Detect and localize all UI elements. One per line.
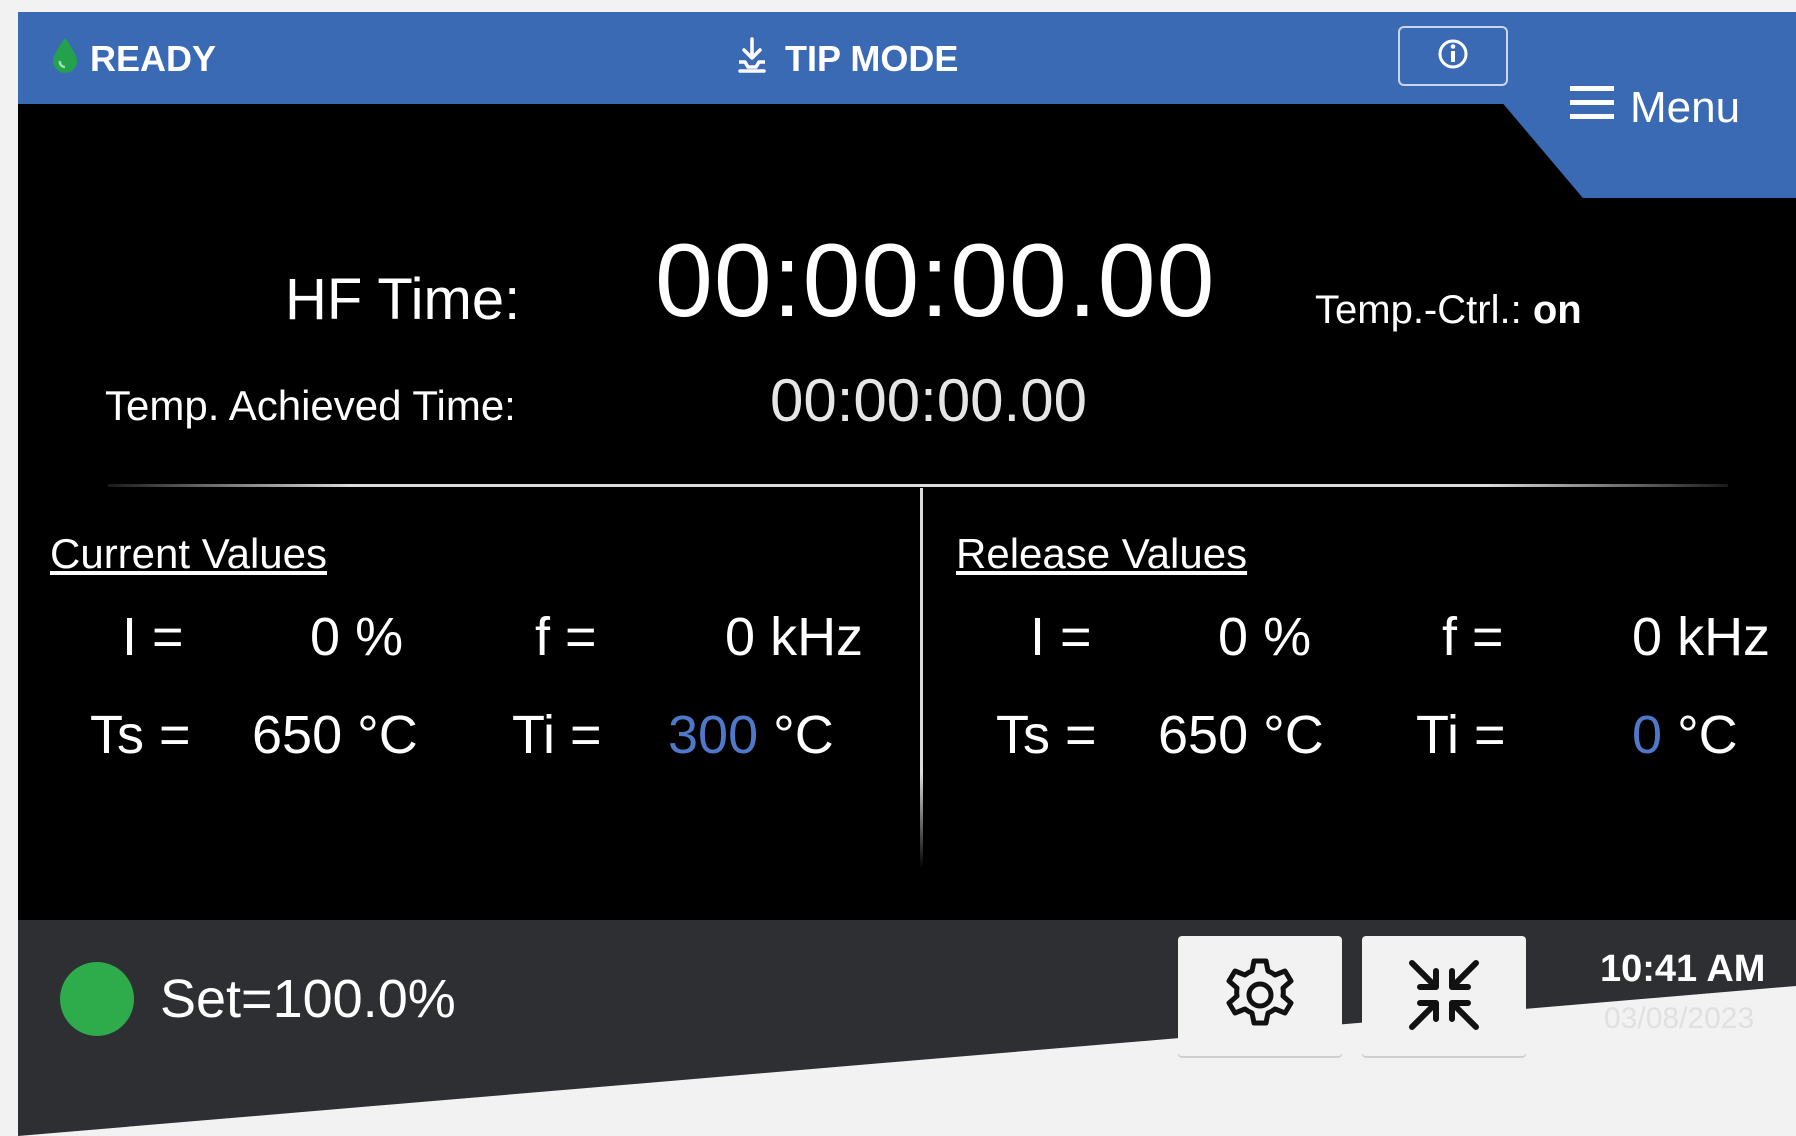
menu-label: Menu	[1630, 83, 1741, 132]
status-dot	[60, 962, 134, 1036]
mode-text: TIP MODE	[785, 38, 959, 79]
temp-ctrl-label: Temp.-Ctrl.:	[1315, 288, 1522, 332]
release-ts-value: 650 °C	[1158, 705, 1324, 765]
release-ti-value: 0 °C	[1632, 705, 1738, 765]
status-indicator: READY	[50, 36, 216, 82]
water-drop-icon	[50, 36, 80, 83]
release-ts-label: Ts =	[996, 705, 1097, 765]
current-values-title: Current Values	[50, 530, 328, 577]
current-ts-label: Ts =	[90, 705, 191, 765]
collapse-arrows-icon	[1404, 955, 1484, 1040]
release-values-title: Release Values	[956, 530, 1248, 577]
set-power-text: Set=100.0%	[160, 969, 456, 1029]
current-f-value: 0 kHz	[725, 607, 864, 667]
info-icon	[1436, 37, 1470, 76]
temp-ctrl-status: Temp.-Ctrl.: on	[1315, 288, 1582, 333]
collapse-button[interactable]	[1362, 936, 1526, 1058]
vertical-divider	[920, 488, 923, 868]
temp-ctrl-value: on	[1532, 288, 1582, 332]
release-i-value: 0 %	[1218, 607, 1312, 667]
release-f-value: 0 kHz	[1632, 607, 1771, 667]
settings-button[interactable]	[1178, 936, 1342, 1058]
current-ts-value: 650 °C	[252, 705, 418, 765]
menu-button[interactable]: Menu	[1570, 80, 1740, 136]
release-ti-label: Ti =	[1416, 705, 1506, 765]
current-i-label: I =	[122, 607, 184, 667]
clock-date: 03/08/2023	[1604, 1002, 1755, 1035]
temp-achieved-value: 00:00:00.00	[770, 367, 1087, 434]
gear-icon	[1220, 955, 1300, 1040]
release-f-label: f =	[1442, 607, 1504, 667]
current-ti-label: Ti =	[512, 705, 602, 765]
device-screen: READY TIP MODE Menu HF Time: 00:00:00.00…	[0, 0, 1796, 1136]
clock-time: 10:41 AM	[1600, 948, 1766, 990]
current-ti-value: 300 °C	[668, 705, 834, 765]
status-text: READY	[90, 38, 217, 79]
hamburger-icon	[1570, 83, 1614, 133]
hf-time-label: HF Time:	[285, 267, 521, 332]
tip-download-icon	[735, 36, 769, 83]
temp-achieved-label: Temp. Achieved Time:	[105, 382, 516, 429]
hf-time-value: 00:00:00.00	[655, 223, 1216, 339]
horizontal-divider	[108, 484, 1728, 487]
info-button[interactable]	[1398, 26, 1508, 86]
current-i-value: 0 %	[310, 607, 404, 667]
current-f-label: f =	[535, 607, 597, 667]
mode-indicator: TIP MODE	[735, 36, 958, 82]
release-i-label: I =	[1030, 607, 1092, 667]
